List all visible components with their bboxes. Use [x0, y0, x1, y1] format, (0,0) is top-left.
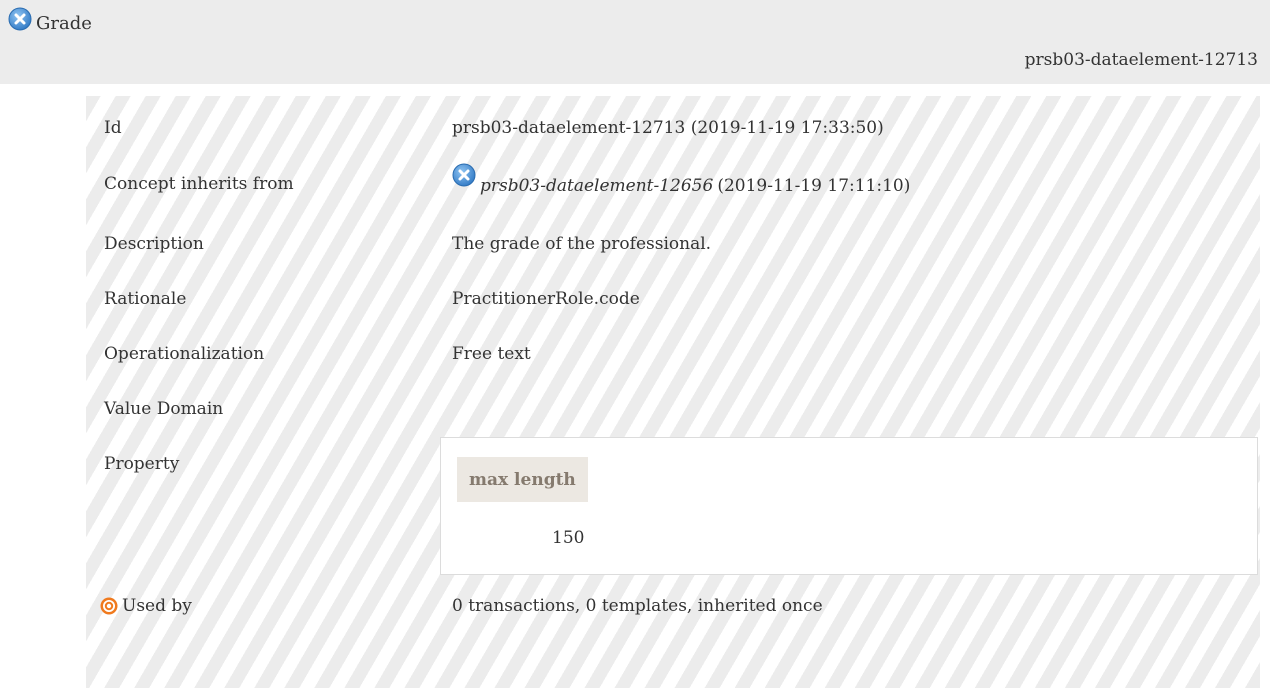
close-circle-icon[interactable] — [8, 7, 32, 31]
row-value-used-by: 0 transactions, 0 templates, inherited o… — [452, 596, 823, 616]
row-label-id: Id — [104, 118, 122, 138]
row-label-used-by[interactable]: Used by — [100, 596, 192, 616]
property-header-max-length: max length — [457, 457, 588, 502]
row-value-inherits: prsb03-dataelement-12656 (2019-11-19 17:… — [452, 163, 910, 196]
title-group: Grade — [8, 7, 92, 34]
used-by-label-text: Used by — [122, 596, 192, 616]
row-label-operationalization: Operationalization — [104, 344, 265, 364]
property-table: max length 150 — [440, 437, 1258, 575]
concept-details-panel: Id prsb03-dataelement-12713 (2019-11-19 … — [86, 96, 1260, 688]
row-label-rationale: Rationale — [104, 289, 187, 309]
row-value-id: prsb03-dataelement-12713 (2019-11-19 17:… — [452, 118, 884, 138]
row-label-inherits: Concept inherits from — [104, 174, 294, 194]
row-value-rationale: PractitionerRole.code — [452, 289, 640, 309]
property-value-max-length: 150 — [552, 528, 585, 548]
row-label-value-domain: Value Domain — [104, 399, 224, 419]
inherits-link[interactable]: prsb03-dataelement-12656 — [480, 176, 713, 196]
header-element-id: prsb03-dataelement-12713 — [1024, 50, 1258, 70]
close-circle-icon[interactable] — [452, 163, 476, 187]
page-title: Grade — [36, 12, 92, 34]
row-value-operationalization: Free text — [452, 344, 531, 364]
header-bar: Grade prsb03-dataelement-12713 — [0, 0, 1270, 84]
row-value-description: The grade of the professional. — [452, 234, 712, 254]
inherits-date: (2019-11-19 17:11:10) — [717, 176, 911, 196]
row-label-property: Property — [104, 454, 180, 474]
row-label-description: Description — [104, 234, 204, 254]
target-icon — [100, 597, 118, 615]
